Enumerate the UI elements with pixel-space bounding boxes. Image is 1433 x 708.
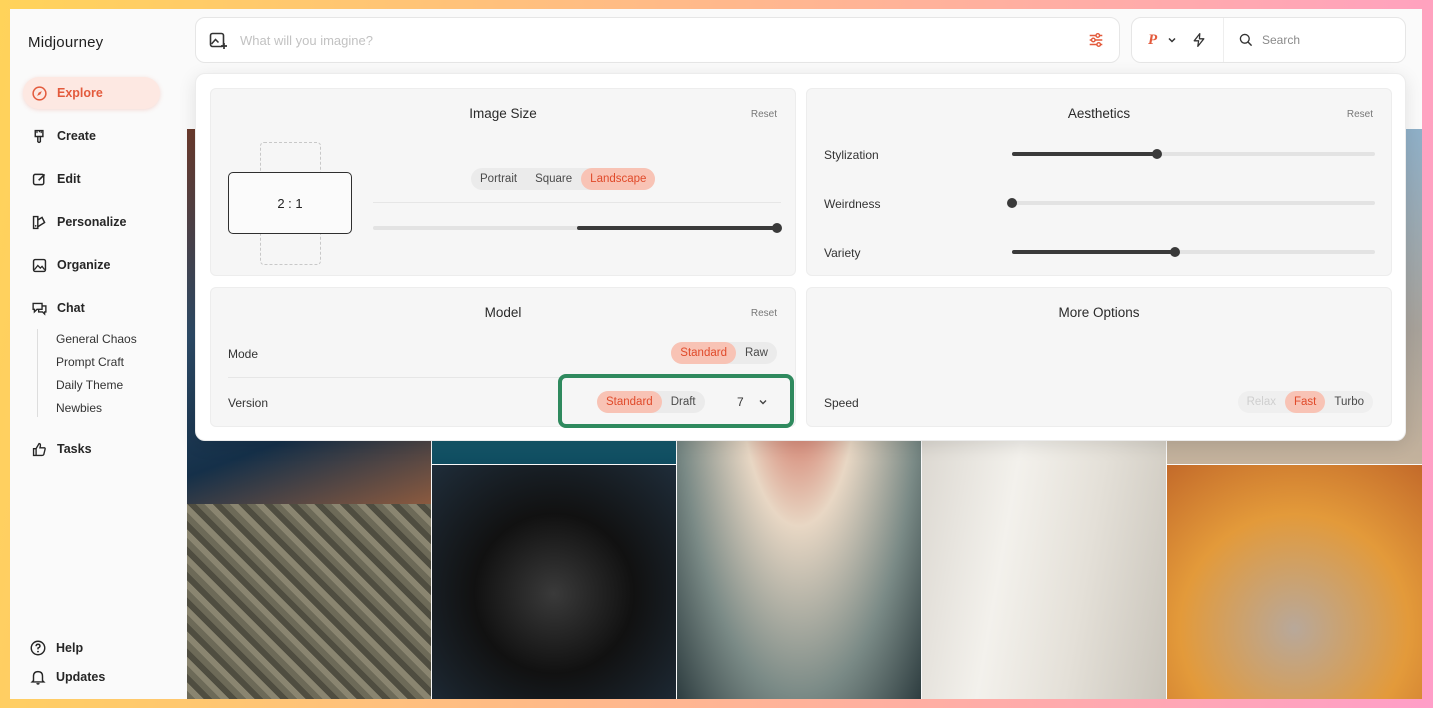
orientation-toggle: Portrait Square Landscape xyxy=(471,168,656,190)
chat-room-prompt-craft[interactable]: Prompt Craft xyxy=(56,355,124,369)
more-options-title: More Options xyxy=(1058,305,1140,320)
chat-room-list: General Chaos Prompt Craft Daily Theme N… xyxy=(37,329,137,417)
sidebar-item-updates[interactable]: Updates xyxy=(29,668,105,686)
model-reset-button[interactable]: Reset xyxy=(751,308,777,319)
app-logo[interactable]: Midjourney xyxy=(28,34,103,51)
sidebar-item-tasks[interactable]: Tasks xyxy=(23,433,160,465)
mode-toggle: Standard Raw xyxy=(671,342,777,364)
aesthetics-card: Aesthetics Reset Stylization Weirdness V… xyxy=(806,88,1392,276)
speed-label: Speed xyxy=(824,396,859,410)
chat-room-general-chaos[interactable]: General Chaos xyxy=(56,332,137,346)
mode-raw[interactable]: Raw xyxy=(736,342,777,364)
image-size-reset-button[interactable]: Reset xyxy=(751,109,777,120)
version-highlight-annotation xyxy=(558,374,794,428)
image-size-title: Image Size xyxy=(469,106,537,121)
variety-slider-handle[interactable] xyxy=(1170,247,1181,257)
sidebar-item-label: Tasks xyxy=(57,442,92,456)
weirdness-slider-handle[interactable] xyxy=(1007,198,1017,208)
model-divider xyxy=(228,377,578,378)
sidebar-item-personalize[interactable]: Personalize xyxy=(23,206,160,238)
aesthetics-title: Aesthetics xyxy=(1067,106,1131,121)
aspect-ratio-slider-handle[interactable] xyxy=(771,223,782,233)
chat-icon xyxy=(31,300,48,317)
top-right-bar: P xyxy=(1131,17,1406,63)
personalization-profile-button[interactable]: P xyxy=(1148,32,1157,49)
sidebar-item-edit[interactable]: Edit xyxy=(23,163,160,195)
gallery-image-city[interactable] xyxy=(187,504,431,699)
version-label: Version xyxy=(228,396,269,410)
sidebar: Midjourney Explore Create Edit Personali… xyxy=(10,9,187,699)
sidebar-item-label: Chat xyxy=(57,301,85,315)
prompt-bar xyxy=(195,17,1120,63)
gallery-image-helmet[interactable] xyxy=(432,465,676,699)
variety-label: Variety xyxy=(824,246,861,260)
speed-turbo[interactable]: Turbo xyxy=(1325,391,1373,413)
sidebar-item-label: Organize xyxy=(57,258,111,272)
aesthetics-reset-button[interactable]: Reset xyxy=(1347,109,1373,120)
profile-controls: P xyxy=(1132,18,1224,62)
prompt-input[interactable] xyxy=(240,32,1087,48)
image-size-card: Image Size Reset 2 : 1 Portrait Square L… xyxy=(210,88,796,276)
sidebar-item-chat[interactable]: Chat xyxy=(23,292,160,324)
model-title: Model xyxy=(484,305,522,320)
image-size-divider xyxy=(373,202,781,203)
sidebar-item-create[interactable]: Create xyxy=(23,120,160,152)
bell-icon xyxy=(30,670,46,685)
compass-icon xyxy=(31,85,48,102)
speed-relax[interactable]: Relax xyxy=(1238,391,1285,413)
orientation-landscape[interactable]: Landscape xyxy=(581,168,656,190)
variety-slider-fill xyxy=(1012,250,1176,254)
sidebar-item-label: Personalize xyxy=(57,215,127,229)
sidebar-item-label: Explore xyxy=(57,86,103,100)
orientation-portrait[interactable]: Portrait xyxy=(471,168,526,190)
chevron-down-icon[interactable] xyxy=(1167,35,1177,45)
personalize-icon xyxy=(31,214,48,231)
stylization-slider-fill xyxy=(1012,152,1158,156)
app-window: Midjourney Explore Create Edit Personali… xyxy=(10,9,1422,699)
thumbs-up-icon xyxy=(31,441,48,458)
chat-room-newbies[interactable]: Newbies xyxy=(56,401,102,415)
weirdness-slider[interactable] xyxy=(1007,198,1375,208)
sidebar-item-help[interactable]: Help xyxy=(29,639,83,657)
sidebar-item-organize[interactable]: Organize xyxy=(23,249,160,281)
stylization-slider-handle[interactable] xyxy=(1152,149,1163,159)
edit-icon xyxy=(31,171,48,188)
help-icon xyxy=(30,640,46,656)
sidebar-item-label: Edit xyxy=(57,172,81,186)
gallery-image-mouse[interactable] xyxy=(1167,465,1422,699)
stylization-slider[interactable] xyxy=(1012,149,1375,159)
search-box xyxy=(1224,32,1405,48)
speed-fast[interactable]: Fast xyxy=(1285,391,1326,413)
speed-toggle: Relax Fast Turbo xyxy=(1237,391,1373,413)
sidebar-item-explore[interactable]: Explore xyxy=(23,77,160,109)
aspect-ratio-slider[interactable] xyxy=(373,223,782,233)
updates-label: Updates xyxy=(56,670,106,684)
chat-room-daily-theme[interactable]: Daily Theme xyxy=(56,378,123,392)
add-image-icon[interactable] xyxy=(208,30,228,50)
ratio-preview: 2 : 1 xyxy=(228,172,352,234)
brush-icon xyxy=(31,128,48,145)
more-options-card: More Options Speed Relax Fast Turbo xyxy=(806,287,1392,427)
ratio-value: 2 : 1 xyxy=(277,195,303,211)
help-label: Help xyxy=(56,641,84,655)
variety-slider[interactable] xyxy=(1012,247,1375,257)
search-input[interactable] xyxy=(1262,33,1382,47)
search-icon xyxy=(1238,32,1254,48)
stylization-label: Stylization xyxy=(824,148,879,162)
orientation-square[interactable]: Square xyxy=(526,168,581,190)
weirdness-label: Weirdness xyxy=(824,197,881,211)
sidebar-item-label: Create xyxy=(57,129,96,143)
image-folder-icon xyxy=(31,257,48,274)
mode-label: Mode xyxy=(228,347,259,361)
aspect-ratio-slider-fill xyxy=(577,226,777,230)
mode-standard[interactable]: Standard xyxy=(671,342,736,364)
imagine-settings-panel: Image Size Reset 2 : 1 Portrait Square L… xyxy=(195,73,1406,441)
lightning-icon[interactable] xyxy=(1191,32,1207,48)
settings-sliders-icon[interactable] xyxy=(1087,31,1105,49)
